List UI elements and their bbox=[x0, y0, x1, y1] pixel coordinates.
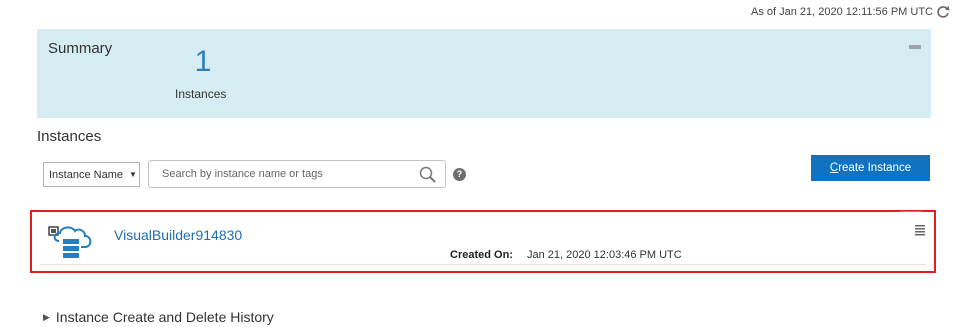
filter-selected-value: Instance Name bbox=[49, 168, 123, 181]
search-input[interactable] bbox=[162, 168, 412, 180]
instance-name-link[interactable]: VisualBuilder914830 bbox=[114, 227, 242, 243]
history-label: Instance Create and Delete History bbox=[55, 309, 274, 325]
summary-title: Summary bbox=[48, 40, 113, 57]
as-of-timestamp: As of Jan 21, 2020 12:11:56 PM UTC bbox=[750, 6, 933, 18]
create-button-label: reate Instance bbox=[838, 162, 912, 174]
cloud-database-icon bbox=[48, 226, 92, 258]
caret-down-icon: ▼ bbox=[128, 170, 137, 179]
filter-field-select[interactable]: Instance Name ▼ bbox=[43, 162, 140, 187]
help-icon[interactable]: ? bbox=[453, 168, 466, 181]
search-icon[interactable] bbox=[418, 165, 438, 185]
instance-card: VisualBuilder914830 Created On: Jan 21, … bbox=[30, 210, 936, 273]
created-on-label: Created On: bbox=[450, 249, 513, 261]
create-instance-button[interactable]: Create Instance bbox=[811, 155, 930, 181]
minus-icon[interactable] bbox=[909, 45, 921, 49]
menu-icon[interactable] bbox=[914, 224, 926, 236]
refresh-icon[interactable] bbox=[935, 4, 951, 20]
created-on-value: Jan 21, 2020 12:03:46 PM UTC bbox=[527, 249, 682, 261]
card-divider bbox=[40, 264, 926, 265]
search-box bbox=[148, 160, 446, 188]
summary-panel: Summary 1 Instances bbox=[37, 29, 931, 118]
card-divider bbox=[900, 211, 922, 212]
instances-section-title: Instances bbox=[37, 128, 102, 145]
create-button-mnemonic: C bbox=[829, 162, 839, 174]
instance-count-label: Instances bbox=[175, 87, 227, 101]
expand-triangle-icon: ▶ bbox=[43, 311, 50, 322]
history-expander[interactable]: ▶ Instance Create and Delete History bbox=[43, 309, 274, 325]
instance-count: 1 bbox=[194, 45, 212, 78]
